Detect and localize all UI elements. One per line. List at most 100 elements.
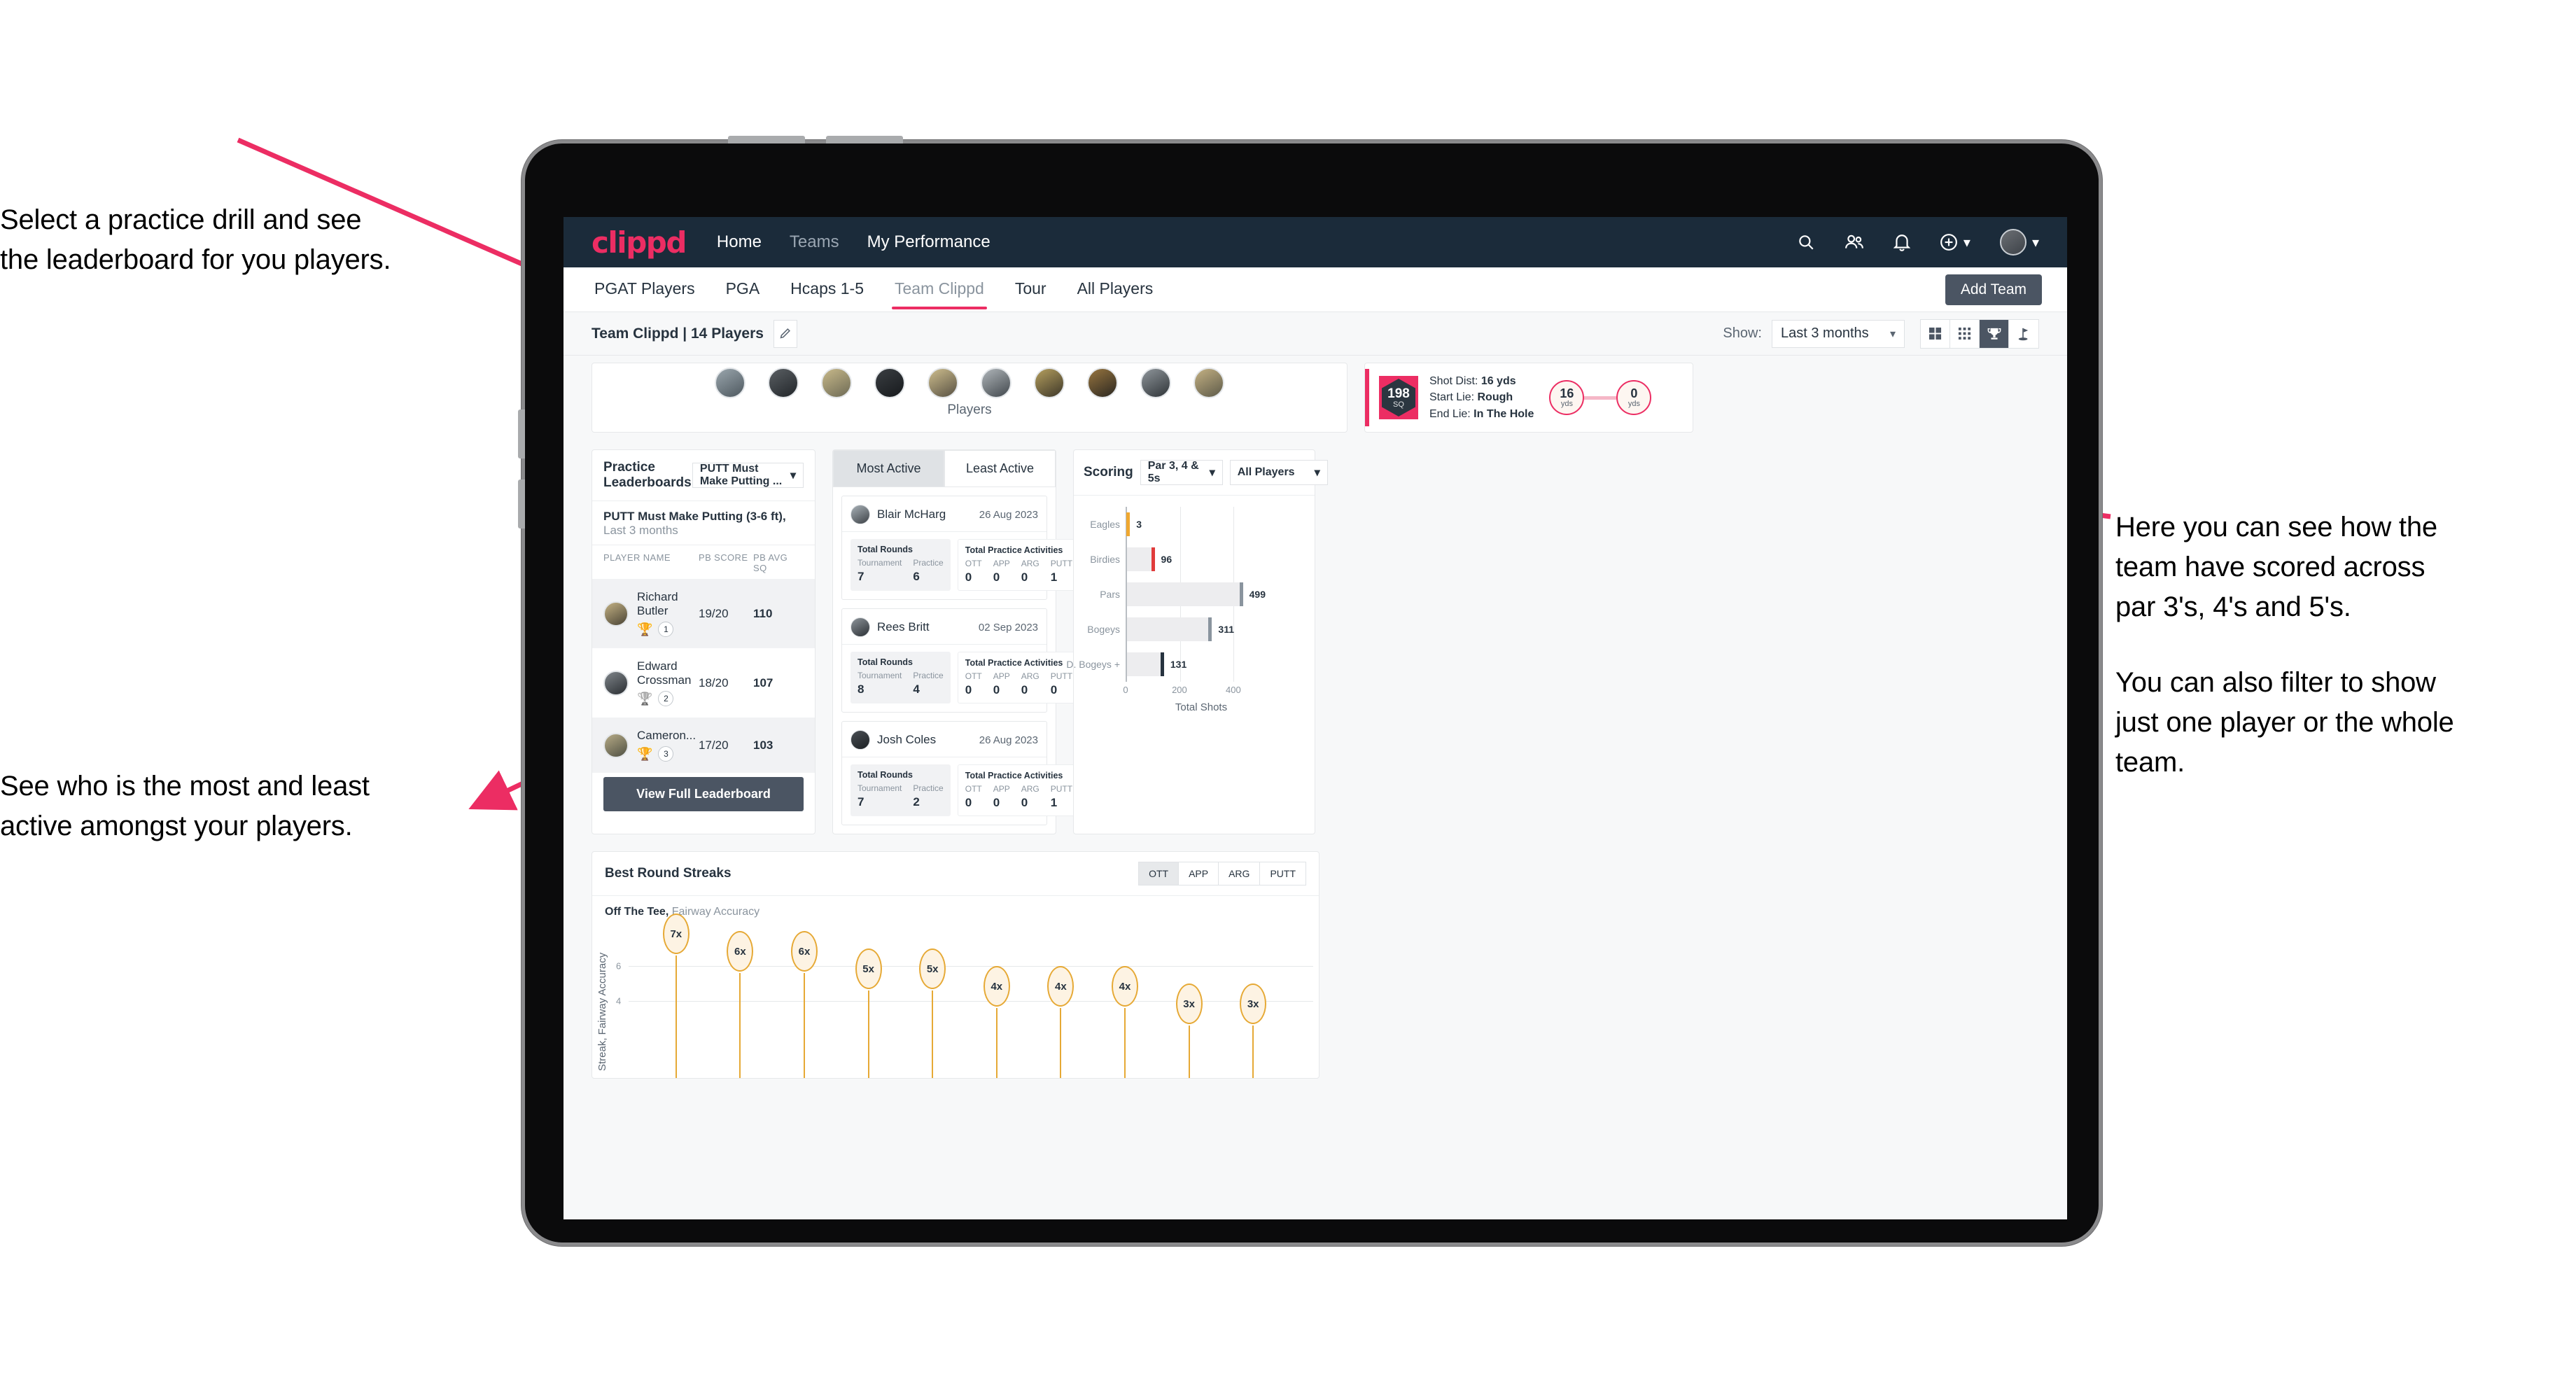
players-select-value: All Players — [1237, 466, 1295, 478]
annotation-line: just one player or the whole — [2115, 707, 2454, 738]
add-team-button[interactable]: Add Team — [1945, 274, 2042, 305]
leaderboard-column-headers: PLAYER NAME PB SCORE PB AVG SQ — [592, 545, 815, 579]
chart-marker[interactable]: 7x — [662, 913, 690, 954]
show-range-value: Last 3 months — [1781, 326, 1869, 341]
chart-category-label: Pars — [1100, 589, 1120, 600]
nav-link-home[interactable]: Home — [717, 232, 762, 252]
table-row[interactable]: Richard Butler 🏆 1 19/20 110 — [592, 579, 815, 648]
segment-app[interactable]: APP — [1179, 862, 1219, 885]
list-item[interactable]: Rees Britt 02 Sep 2023 Total Rounds Tour… — [841, 608, 1081, 713]
tab-all-players[interactable]: All Players — [1074, 270, 1156, 309]
practice-label: Practice — [913, 783, 944, 793]
segment-arg[interactable]: ARG — [1219, 862, 1261, 885]
grid-large-icon[interactable] — [1921, 319, 1950, 348]
par-select[interactable]: Par 3, 4 & 5s ▾ — [1140, 460, 1223, 485]
tab-least-active[interactable]: Least Active — [944, 450, 1056, 487]
nav-icon-group: ▾ ▾ — [1797, 229, 2039, 255]
avatar[interactable] — [874, 368, 905, 398]
avatar[interactable] — [1087, 368, 1118, 398]
avatar — [603, 601, 629, 626]
chart-marker[interactable]: 6x — [727, 931, 754, 972]
annotation-line: team have scored across — [2115, 551, 2426, 582]
grid-small-icon[interactable] — [1950, 319, 1980, 348]
avatar[interactable] — [927, 368, 958, 398]
column-pb-score: PB SCORE — [699, 552, 748, 563]
app-label: APP — [993, 784, 1010, 794]
chevron-down-icon: ▾ — [2031, 234, 2039, 251]
avatar[interactable] — [821, 368, 852, 398]
plus-circle-icon[interactable]: ▾ — [1940, 233, 1970, 251]
search-icon[interactable] — [1797, 233, 1815, 251]
annotation-line: team. — [2115, 746, 2185, 778]
end-yardage-bubble: 0 yds — [1616, 380, 1652, 415]
team-toolbar: Team Clippd | 14 Players Show: Last 3 mo… — [564, 312, 2067, 356]
putt-label: PUTT — [1050, 671, 1073, 681]
player-name: Richard Butler — [637, 590, 678, 617]
avatar[interactable] — [715, 368, 746, 398]
pb-score-value: 19/20 — [699, 606, 729, 620]
tab-pga[interactable]: PGA — [723, 270, 763, 309]
tournament-value: 7 — [858, 570, 864, 583]
chart-y-tick: 6 — [616, 960, 622, 972]
table-row[interactable]: Cameron... 🏆 3 17/20 103 — [592, 718, 815, 773]
annotation-paragraph: You can also filter to show just one pla… — [2115, 663, 2570, 782]
clippd-logo[interactable]: clippd — [592, 225, 687, 260]
nav-link-my-performance[interactable]: My Performance — [867, 232, 990, 252]
tab-tour[interactable]: Tour — [1012, 270, 1049, 309]
yardage-connector — [1584, 396, 1617, 400]
ott-value: 0 — [965, 796, 972, 809]
drill-select[interactable]: PUTT Must Make Putting ... ▾ — [692, 463, 804, 488]
scoring-header: Scoring Par 3, 4 & 5s ▾ All Players ▾ — [1074, 450, 1328, 496]
user-avatar-menu[interactable]: ▾ — [1999, 229, 2039, 255]
bell-icon[interactable] — [1893, 233, 1910, 251]
player-name: Josh Coles — [877, 733, 937, 746]
trophy-icon: 🏆 — [637, 691, 653, 706]
streaks-title: Best Round Streaks — [605, 866, 732, 881]
list-item[interactable]: Blair McHarg 26 Aug 2023 Total Rounds To… — [841, 496, 1081, 600]
chart-marker[interactable]: 3x — [1240, 983, 1267, 1024]
tab-most-active[interactable]: Most Active — [833, 450, 944, 487]
list-item[interactable]: Josh Coles 26 Aug 2023 Total Rounds Tour… — [841, 721, 1081, 825]
show-range-select[interactable]: Last 3 months ▾ — [1772, 319, 1905, 348]
players-select[interactable]: All Players ▾ — [1229, 460, 1328, 485]
chart-marker[interactable]: 4x — [1112, 966, 1138, 1007]
chart-marker[interactable]: 5x — [855, 948, 882, 989]
chart-bar-row: Eagles 3 — [1090, 512, 1266, 536]
chart-stem — [1124, 1008, 1126, 1078]
chart-marker[interactable]: 3x — [1175, 983, 1203, 1024]
pencil-icon[interactable] — [773, 319, 797, 348]
avatar[interactable] — [768, 368, 799, 398]
annotation-line: You can also filter to show — [2115, 667, 2436, 699]
tab-hcaps-1-5[interactable]: Hcaps 1-5 — [788, 270, 867, 309]
people-icon[interactable] — [1844, 233, 1864, 251]
shot-detail-card: 198 SQ Shot Dist: 16 yds Start Lie: Roug… — [1364, 363, 1693, 433]
tournament-value: 7 — [858, 795, 864, 808]
nav-link-teams[interactable]: Teams — [790, 232, 839, 252]
practice-label: Practice — [913, 558, 944, 568]
chart-bar-cap — [1239, 582, 1243, 606]
view-full-leaderboard-button[interactable]: View Full Leaderboard — [603, 777, 804, 811]
chart-marker[interactable]: 4x — [983, 966, 1010, 1007]
chart-value-label: 96 — [1161, 554, 1172, 565]
segment-ott[interactable]: OTT — [1139, 862, 1180, 885]
chart-marker[interactable]: 6x — [791, 931, 818, 972]
primary-nav-links: Home Teams My Performance — [717, 232, 990, 252]
trophy-icon[interactable] — [1980, 319, 2009, 348]
putt-value: 0 — [1050, 683, 1058, 696]
avatar[interactable] — [1034, 368, 1065, 398]
best-round-streaks-card: Best Round Streaks OTT APP ARG PUTT Off … — [592, 851, 1320, 1079]
flag-icon[interactable] — [2009, 320, 2038, 348]
chart-marker[interactable]: 5x — [919, 948, 946, 989]
avatar[interactable] — [1194, 368, 1224, 398]
avatar[interactable] — [1140, 368, 1171, 398]
tab-pgat-players[interactable]: PGAT Players — [592, 270, 698, 309]
table-row[interactable]: Edward Crossman 🏆 2 18/20 107 — [592, 648, 815, 718]
segment-putt[interactable]: PUTT — [1260, 862, 1306, 885]
tab-team-clippd[interactable]: Team Clippd — [892, 270, 987, 309]
avatar[interactable] — [981, 368, 1011, 398]
tournament-value: 8 — [858, 682, 864, 696]
arg-label: ARG — [1021, 671, 1040, 681]
trophy-icon: 🏆 — [637, 746, 653, 761]
chevron-down-icon: ▾ — [1889, 328, 1896, 340]
chart-marker[interactable]: 4x — [1047, 966, 1074, 1007]
